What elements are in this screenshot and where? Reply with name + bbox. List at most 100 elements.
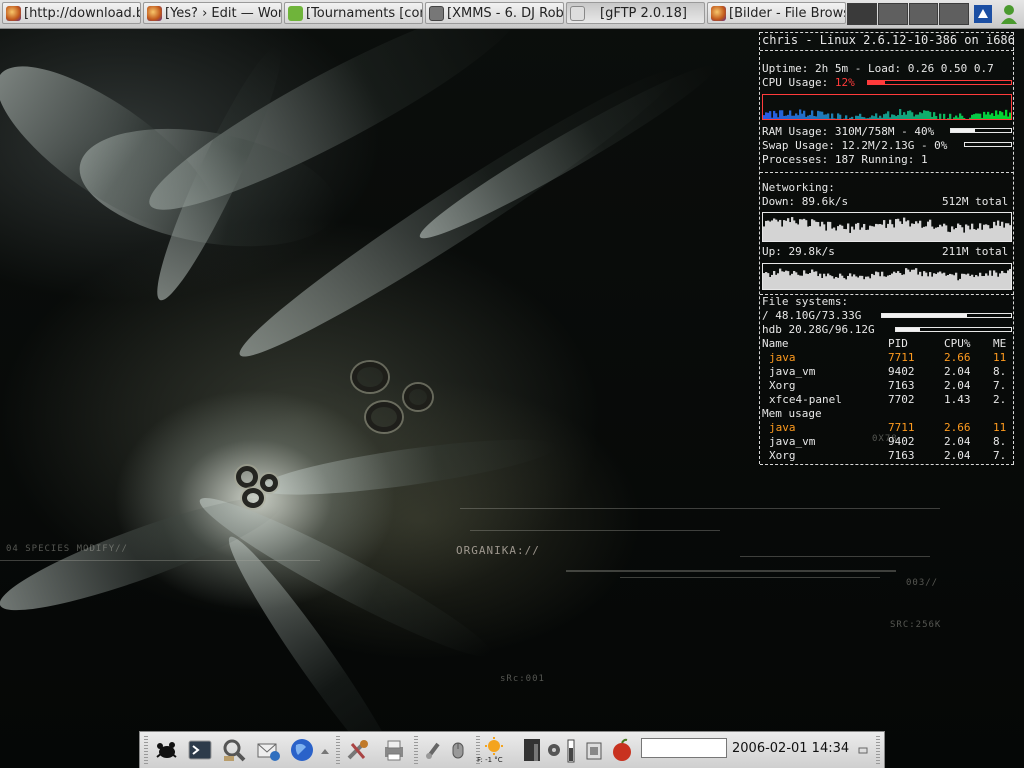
weather-temperature: F: -1 °C [477, 756, 503, 764]
download-graph [762, 212, 1012, 242]
top-mem-process-cpu: 2.04 [944, 449, 971, 462]
task-label: [Tournaments [con [306, 5, 423, 21]
top-mem-process-cpu: 2.66 [944, 421, 971, 434]
task-button-xmms[interactable]: [XMMS - 6. DJ Robe [425, 2, 564, 24]
process-count: Processes: 187 Running: 1 [762, 153, 928, 166]
top-mem-process-name: java_vm [769, 435, 816, 448]
task-label: [Yes? › Edit — Word [165, 5, 282, 21]
top-mem-process-pid: 9402 [888, 435, 915, 448]
wallpaper-label-src256: SRC:256K [890, 620, 942, 630]
cpu-graph-icon[interactable] [522, 736, 542, 764]
task-label: [gFTP 2.0.18] [600, 5, 687, 21]
top-cpu-process-row: Xorg 7163 2.04 7. [762, 379, 1012, 393]
filesystems-heading: File systems: [762, 295, 849, 308]
wallpaper-label-organika: ORGANIKA:// [456, 544, 540, 557]
mail-icon[interactable] [254, 736, 282, 764]
top-cpu-process-pid: 7702 [888, 393, 915, 406]
top-cpu-process-row: java 7711 2.66 11 [762, 351, 1012, 365]
top-cpu-process-cpu: 2.66 [944, 351, 971, 364]
col-cpu: CPU% [944, 337, 971, 350]
cpu-usage-label: CPU Usage: [762, 76, 829, 89]
workspace-1[interactable] [847, 3, 877, 25]
tray-network-icon[interactable] [972, 3, 994, 25]
conky-system-monitor: chris - Linux 2.6.12-10-386 on i686 Upti… [757, 28, 1017, 466]
top-mem-process-mem: 8. [993, 435, 1007, 448]
firefox-icon [147, 5, 162, 21]
col-name: Name [762, 337, 789, 350]
top-mem-process-row: java_vm 9402 2.04 8. [762, 435, 1012, 449]
top-mem-process-name: Xorg [769, 449, 796, 462]
top-mem-process-pid: 7163 [888, 449, 915, 462]
top-cpu-process-cpu: 2.04 [944, 379, 971, 392]
xfce-mouse-icon[interactable] [152, 736, 180, 764]
filesystem-hdb: hdb 20.28G/96.12G [762, 323, 875, 336]
top-cpu-process-pid: 7711 [888, 351, 915, 364]
mem-usage-heading: Mem usage [762, 407, 822, 420]
top-cpu-process-name: xfce4-panel [769, 393, 842, 406]
mouse-icon[interactable] [444, 736, 472, 764]
workspace-2[interactable] [877, 3, 908, 25]
cpu-usage-value: 12% [834, 76, 855, 89]
top-cpu-process-mem: 2. [993, 393, 1007, 406]
upload-graph [762, 263, 1012, 290]
panel-clock[interactable]: 2006-02-01 14:34 [732, 741, 849, 756]
task-button-firefox-download[interactable]: [http://download.b: [2, 2, 141, 24]
top-cpu-process-name: java_vm [769, 365, 816, 378]
wallpaper-label-src: sRc:001 [500, 674, 545, 684]
top-cpu-process-mem: 7. [993, 379, 1007, 392]
run-command-input[interactable] [641, 738, 727, 758]
terminal-icon [288, 5, 303, 21]
terminal-icon[interactable] [186, 736, 214, 764]
task-button-firefox-word[interactable]: [Yes? › Edit — Word [143, 2, 282, 24]
top-cpu-process-mem: 8. [993, 365, 1007, 378]
task-label: [Bilder - File Browse [729, 5, 846, 21]
task-button-file-browser[interactable]: [Bilder - File Browse [707, 2, 846, 24]
file-manager-icon[interactable] [220, 736, 248, 764]
menu-arrow-icon[interactable] [318, 736, 332, 764]
upload-total: 211M total [942, 245, 1009, 258]
workspace-pager [847, 3, 969, 25]
download-speed: Down: 89.6k/s [762, 195, 849, 208]
upload-speed: Up: 29.8k/s [762, 245, 835, 258]
workspace-4[interactable] [939, 3, 969, 25]
volume-icon[interactable] [564, 736, 578, 764]
top-mem-process-mem: 7. [993, 449, 1007, 462]
gftp-icon [570, 5, 585, 21]
col-pid: PID [888, 337, 908, 350]
swap-usage: Swap Usage: 12.2M/2.13G - 0% [762, 139, 948, 152]
top-cpu-process-pid: 9402 [888, 365, 915, 378]
top-mem-process-row: java 7711 2.66 11 [762, 421, 1012, 435]
task-label: [http://download.b: [24, 5, 141, 21]
tray-messenger-icon[interactable] [998, 3, 1020, 25]
process-table-header: Name PID CPU% ME [762, 337, 1012, 351]
web-browser-icon[interactable] [288, 736, 316, 764]
wallpaper-label-003: 003// [906, 578, 939, 588]
top-cpu-process-row: xfce4-panel 7702 1.43 2. [762, 393, 1012, 407]
wallpaper-label-species: 04 SPECIES MODIFY// [6, 544, 128, 554]
filesystem-root-bar [881, 313, 1012, 318]
top-cpu-process-name: java [769, 351, 796, 364]
panel-hide-button[interactable] [856, 736, 870, 764]
top-mem-process-cpu: 2.04 [944, 435, 971, 448]
workspace-3[interactable] [908, 3, 939, 25]
system-header: chris - Linux 2.6.12-10-386 on i686 [762, 33, 1015, 47]
top-mem-process-mem: 11 [993, 421, 1007, 434]
swap-usage-bar [964, 142, 1012, 147]
cpu-usage: CPU Usage: 12% [762, 76, 855, 90]
top-mem-process-pid: 7711 [888, 421, 915, 434]
top-taskbar: [http://download.b: [Yes? › Edit — Word … [0, 0, 1024, 29]
apple-icon[interactable] [608, 736, 636, 764]
task-button-tournaments[interactable]: [Tournaments [con [284, 2, 423, 24]
ram-usage: RAM Usage: 310M/758M - 40% [762, 125, 935, 138]
disk-icon[interactable] [544, 736, 564, 764]
cpu-graph [762, 94, 1012, 120]
ram-usage-bar [950, 128, 1012, 133]
filesystem-hdb-bar [895, 327, 1012, 332]
col-mem: ME [993, 337, 1007, 350]
printer-icon[interactable] [380, 736, 408, 764]
top-cpu-process-name: Xorg [769, 379, 796, 392]
task-button-gftp[interactable]: [gFTP 2.0.18] [566, 2, 705, 24]
clipboard-icon[interactable] [580, 736, 608, 764]
settings-tools-icon[interactable] [344, 736, 372, 764]
task-label: [XMMS - 6. DJ Robe [447, 5, 564, 21]
